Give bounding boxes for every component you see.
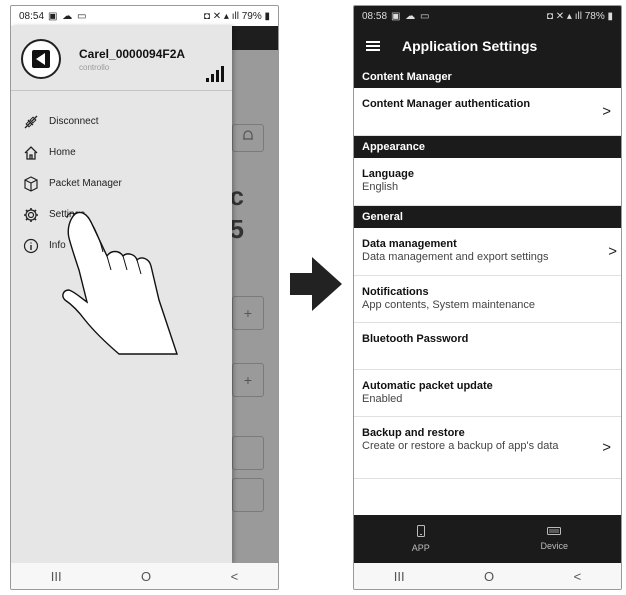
background-plus-button-1: +: [232, 296, 264, 330]
setting-title: Data management: [362, 238, 457, 250]
right-arrow-icon: [290, 257, 342, 311]
signal-strength-icon: [206, 66, 224, 82]
setting-data-management[interactable]: Data management Data management and expo…: [354, 228, 621, 276]
setting-subtitle: Create or restore a backup of app's data: [362, 440, 559, 452]
device-subtitle: controllo: [79, 63, 110, 72]
section-content-manager: Content Manager: [354, 66, 621, 88]
status-bar: 08:54 ▣ ☁ ▭ ◘ ✕ ▴ ıll 79% ▮: [11, 6, 278, 26]
pointing-hand-icon: [62, 211, 178, 355]
setting-subtitle: Data management and export settings: [362, 251, 549, 263]
setting-content-manager-authentication[interactable]: Content Manager authentication >: [354, 88, 621, 136]
home-icon: [21, 143, 41, 163]
menu-item-home[interactable]: Home: [11, 137, 232, 168]
menu-label-packet-manager: Packet Manager: [49, 178, 122, 189]
tab-device[interactable]: Device: [488, 515, 622, 563]
electrolux-logo: [21, 39, 61, 79]
home-button[interactable]: O: [141, 569, 151, 584]
android-nav-bar: III O <: [354, 563, 621, 589]
setting-title: Backup and restore: [362, 427, 465, 439]
status-bar: 08:58 ▣ ☁ ▭ ◘ ✕ ▴ ıll 78% ▮: [354, 6, 621, 26]
menu-item-packet-manager[interactable]: Packet Manager: [11, 168, 232, 199]
status-time: 08:58: [362, 10, 388, 22]
tab-app[interactable]: APP: [354, 515, 488, 563]
setting-language[interactable]: Language English: [354, 158, 621, 206]
setting-subtitle: App contents, System maintenance: [362, 299, 536, 311]
disconnect-icon: [21, 112, 41, 132]
tab-label-app: APP: [411, 543, 430, 553]
status-right: ◘ ✕ ▴ ıll 78% ▮: [547, 11, 613, 22]
section-general: General: [354, 206, 621, 228]
hamburger-menu-icon[interactable]: [366, 41, 380, 51]
gear-icon: [21, 205, 41, 225]
back-button[interactable]: <: [231, 569, 239, 584]
info-icon: [21, 236, 41, 256]
chevron-right-icon: >: [608, 242, 617, 260]
android-nav-bar: III O <: [11, 563, 278, 589]
chevron-right-icon: >: [602, 102, 611, 120]
status-right: ◘ ✕ ▴ ıll 79% ▮: [204, 11, 270, 22]
bell-icon: [243, 130, 253, 140]
phone-right: 08:58 ▣ ☁ ▭ ◘ ✕ ▴ ıll 78% ▮ Application …: [353, 5, 622, 590]
setting-automatic-packet-update[interactable]: Automatic packet update Enabled: [354, 370, 621, 417]
section-appearance: Appearance: [354, 136, 621, 158]
background-bell-button: [232, 124, 264, 152]
battery-level: 79%: [241, 10, 262, 22]
menu-label-home: Home: [49, 147, 76, 158]
phone-left: 08:54 ▣ ☁ ▭ ◘ ✕ ▴ ıll 79% ▮ c 5 + + Care…: [10, 5, 279, 590]
phone-icon: [416, 525, 425, 537]
background-box-1: [232, 436, 264, 470]
recents-button[interactable]: III: [394, 569, 405, 584]
drawer-header: Carel_0000094F2A controllo: [11, 26, 232, 91]
status-time: 08:54: [19, 10, 45, 22]
tab-label-device: Device: [540, 541, 568, 551]
package-icon: [21, 174, 41, 194]
recents-button[interactable]: III: [51, 569, 62, 584]
setting-notifications[interactable]: Notifications App contents, System maint…: [354, 276, 621, 323]
home-button[interactable]: O: [484, 569, 494, 584]
setting-backup-and-restore[interactable]: Backup and restore Create or restore a b…: [354, 417, 621, 479]
signal-icons: ◘ ✕ ▴ ıll: [546, 10, 585, 22]
setting-bluetooth-password[interactable]: Bluetooth Password: [354, 323, 621, 370]
battery-level: 78%: [584, 10, 605, 22]
setting-subtitle: Enabled: [362, 393, 403, 405]
notification-icons: ▣ ☁ ▭: [48, 10, 88, 22]
setting-title: Automatic packet update: [362, 380, 493, 392]
settings-list: Content Manager Content Manager authenti…: [354, 66, 621, 479]
setting-title: Notifications: [362, 286, 429, 298]
menu-item-disconnect[interactable]: Disconnect: [11, 106, 232, 137]
setting-title: Content Manager authentication: [362, 98, 531, 110]
background-plus-button-2: +: [232, 363, 264, 397]
device-name: Carel_0000094F2A: [79, 47, 186, 61]
notification-icons: ▣ ☁ ▭: [391, 10, 431, 22]
battery-icon: ▮: [604, 10, 613, 22]
setting-subtitle: English: [362, 181, 399, 193]
background-box-2: [232, 478, 264, 512]
menu-label-disconnect: Disconnect: [49, 116, 99, 127]
setting-title: Language: [362, 168, 414, 180]
chevron-right-icon: >: [602, 438, 611, 456]
battery-icon: ▮: [261, 10, 270, 22]
signal-icons: ◘ ✕ ▴ ıll: [203, 10, 242, 22]
bottom-navigation: APP Device: [354, 515, 621, 563]
app-bar: Application Settings: [354, 26, 621, 66]
device-icon: [547, 527, 562, 535]
page-title: Application Settings: [402, 38, 538, 54]
setting-title: Bluetooth Password: [362, 333, 469, 345]
back-button[interactable]: <: [574, 569, 582, 584]
